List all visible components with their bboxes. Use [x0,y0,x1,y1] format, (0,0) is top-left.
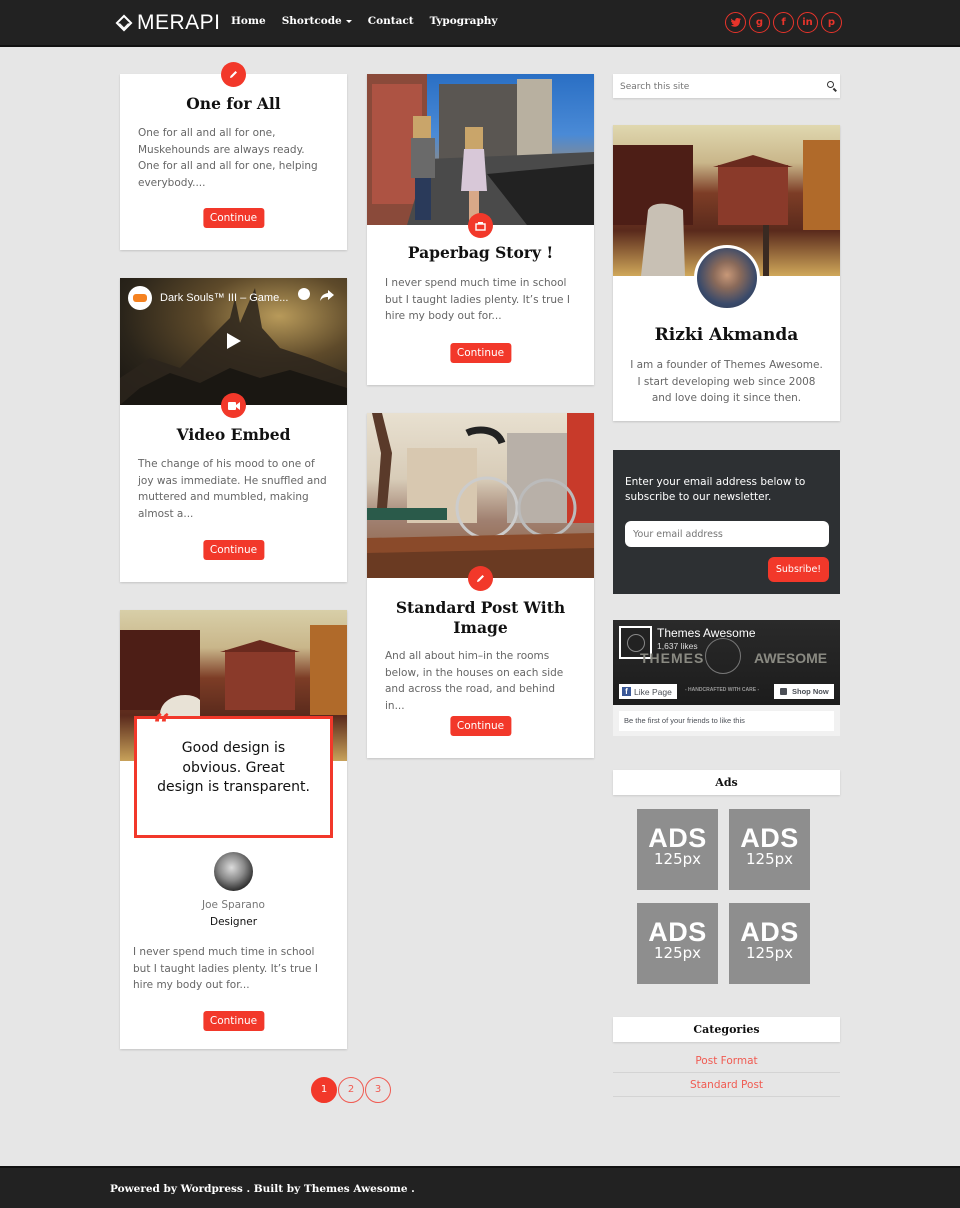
pencil-icon [468,566,493,591]
facebook-like-page-button[interactable]: f Like Page [619,684,677,699]
post-excerpt: I never spend much time in school but I … [385,277,570,322]
category-post-format[interactable]: Post Format [613,1050,840,1073]
post-card-standard-image: Standard Post With Image And all about h… [367,413,594,758]
quote-icon: “ [153,708,171,743]
shop-now-label: Shop Now [792,687,829,696]
post-excerpt: I never spend much time in school but I … [133,946,318,991]
author-role: Designer [209,916,258,928]
nav-typography[interactable]: Typography [430,15,498,27]
post-title[interactable]: Paperbag Story ! [367,243,594,262]
category-standard-post[interactable]: Standard Post [613,1074,840,1097]
nav-home[interactable]: Home [231,15,266,27]
facebook-friends-text: Be the first of your friends to like thi… [624,716,745,725]
pagination-page-1[interactable]: 1 [311,1077,337,1103]
watch-later-icon[interactable] [298,288,310,300]
site-footer: Powered by Wordpress . Built by Themes A… [0,1166,960,1208]
profile-avatar [694,245,760,311]
post-excerpt: One for all and all for one, Muskehounds… [138,127,318,189]
ad-banner-1[interactable]: ADS 125px [637,809,718,890]
facebook-widget: Themes Awesome 1,637 likes THEMES AWESOM… [613,620,840,736]
quote-box: “ Good design is obvious. Great design i… [134,711,333,838]
cover-text-right: AWESOME [754,650,828,666]
nav-shortcode[interactable]: Shortcode [282,15,352,27]
continue-button[interactable]: Continue [449,343,512,363]
search-box [613,74,840,99]
post-card-paperbag: Paperbag Story ! I never spend much time… [367,74,594,385]
video-camera-icon [221,393,246,418]
ad-banner-4[interactable]: ADS 125px [729,903,810,984]
top-navbar: MERAPI Home Shortcode Contact Typography… [0,0,960,47]
ad-banner-2[interactable]: ADS 125px [729,809,810,890]
quote-text: Good design is obvious. Great design is … [157,740,310,795]
logo-diamond-icon [115,14,133,32]
search-input[interactable] [613,75,813,99]
logo-text: MERAPI [137,11,221,34]
post-card-one-for-all: One for All One for all and all for one,… [120,62,347,250]
author-name: Joe Sparano [202,899,265,911]
author-avatar [214,852,253,891]
pagination-page-2[interactable]: 2 [338,1077,364,1103]
nav-contact[interactable]: Contact [368,15,414,27]
newsletter-text: Enter your email address below to subscr… [625,476,806,503]
facebook-icon[interactable]: f [773,12,794,33]
facebook-icon: f [622,687,631,696]
pagination-page-3[interactable]: 3 [365,1077,391,1103]
facebook-shop-now-button[interactable]: Shop Now [774,684,834,699]
video-player[interactable]: Dark Souls™ III – Game... [120,278,347,405]
newsletter-email-input[interactable] [625,521,829,547]
gallery-icon [468,213,493,238]
categories-widget-title: Categories [613,1017,840,1042]
post-card-quote: “ Good design is obvious. Great design i… [120,610,347,1049]
post-excerpt: The change of his mood to one of joy was… [138,458,327,520]
facebook-cover[interactable]: Themes Awesome 1,637 likes THEMES AWESOM… [613,620,840,705]
facebook-friends-box: Be the first of your friends to like thi… [619,711,834,731]
post-image[interactable] [367,74,594,225]
ads-widget-title: Ads [613,770,840,795]
play-button[interactable] [227,333,241,353]
channel-avatar [128,286,152,310]
continue-button[interactable]: Continue [202,540,265,560]
like-page-label: Like Page [634,686,672,697]
share-icon[interactable] [320,287,334,306]
subscribe-button[interactable]: Subsribe! [768,557,829,582]
pencil-icon [221,62,246,87]
search-icon[interactable] [827,81,834,88]
facebook-page-name[interactable]: Themes Awesome [657,626,756,640]
shopping-bag-icon [780,688,787,695]
profile-name: Rizki Akmanda [654,325,799,345]
continue-button[interactable]: Continue [202,208,265,228]
caret-down-icon [345,19,352,23]
nav-shortcode-label: Shortcode [281,15,342,27]
post-title[interactable]: Standard Post With Image [387,598,574,638]
post-title[interactable]: Video Embed [120,425,347,444]
post-title[interactable]: One for All [120,94,347,113]
linkedin-icon[interactable]: in [797,12,818,33]
main-nav: Home Shortcode Contact Typography [231,15,498,27]
continue-button[interactable]: Continue [449,716,512,736]
profile-bio: I am a founder of Themes Awesome. I star… [630,359,823,404]
pinterest-icon[interactable]: p [821,12,842,33]
cover-deer-emblem [705,638,741,674]
site-logo[interactable]: MERAPI [115,11,221,35]
cover-tagline: - HANDCRAFTED WITH CARE - [685,687,760,693]
google-plus-icon[interactable]: g [749,12,770,33]
post-image[interactable] [367,413,594,578]
footer-credits: Powered by Wordpress . Built by Themes A… [110,1183,415,1195]
social-links: g f in p [725,12,842,33]
newsletter-widget: Enter your email address below to subscr… [613,450,840,594]
cover-text-left: THEMES [640,650,705,666]
ad-banner-3[interactable]: ADS 125px [637,903,718,984]
post-card-video-embed: Dark Souls™ III – Game... Video Embed Th… [120,278,347,582]
continue-button[interactable]: Continue [202,1011,265,1031]
post-excerpt: And all about him–in the rooms below, in… [385,650,564,712]
profile-widget: Rizki Akmanda I am a founder of Themes A… [613,125,840,421]
video-title[interactable]: Dark Souls™ III – Game... [160,292,288,304]
twitter-icon[interactable] [725,12,746,33]
